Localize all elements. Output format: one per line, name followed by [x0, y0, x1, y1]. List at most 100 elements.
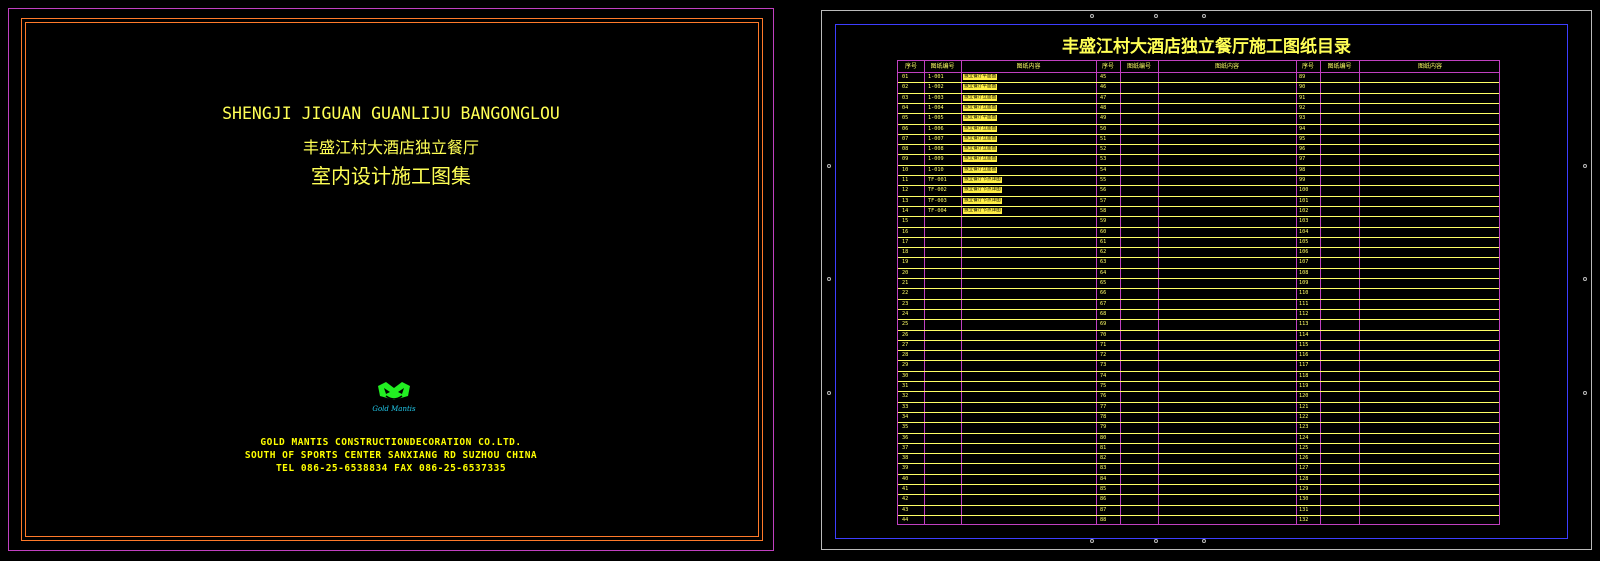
row-number: 127	[1299, 465, 1309, 472]
drawing-code: 1-008	[928, 146, 944, 153]
row-number: 40	[902, 475, 909, 482]
row-number: 125	[1299, 444, 1309, 451]
row-number: 32	[902, 393, 909, 400]
row-number: 66	[1100, 290, 1107, 297]
row-number: 31	[902, 383, 909, 389]
row-number: 69	[1100, 321, 1107, 328]
row-number: 75	[1100, 383, 1107, 389]
row-number: 03	[902, 94, 909, 101]
row-number: 82	[1100, 455, 1107, 462]
marker-right-3	[1583, 391, 1587, 395]
row-separator	[898, 308, 1499, 310]
row-number: 105	[1299, 238, 1309, 245]
row-number: 83	[1100, 465, 1107, 472]
row-number: 118	[1299, 372, 1309, 379]
row-number: 71	[1100, 341, 1107, 348]
row-number: 119	[1299, 383, 1309, 389]
drawing-code: TF-003	[928, 197, 947, 204]
row-number: 09	[902, 156, 909, 163]
row-number: 47	[1100, 94, 1107, 101]
row-separator	[898, 484, 1499, 485]
row-number: 104	[1299, 228, 1309, 235]
row-number: 54	[1100, 166, 1107, 173]
drawing-content: 独立餐厅立面图	[963, 94, 998, 101]
drawing-code: 1-003	[928, 94, 944, 101]
row-number: 78	[1100, 413, 1107, 420]
row-separator	[898, 175, 1499, 176]
marker-top-3	[1202, 14, 1206, 18]
row-separator	[898, 236, 1499, 238]
row-separator	[898, 494, 1499, 496]
row-number: 58	[1100, 207, 1107, 214]
row-number: 33	[902, 403, 909, 410]
row-number: 04	[902, 104, 909, 111]
row-number: 103	[1299, 218, 1309, 225]
row-number: 13	[902, 197, 909, 204]
marker-bottom-1	[1090, 539, 1094, 543]
row-number: 07	[902, 135, 909, 142]
row-number: 74	[1100, 372, 1107, 379]
row-number: 121	[1299, 403, 1309, 410]
row-number: 97	[1299, 156, 1306, 163]
row-number: 67	[1100, 300, 1107, 307]
marker-left-3	[827, 391, 831, 395]
marker-left-1	[827, 164, 831, 168]
drawing-code: 1-010	[928, 166, 944, 173]
row-number: 61	[1100, 238, 1107, 245]
row-number: 17	[902, 238, 909, 245]
row-number: 72	[1100, 352, 1107, 359]
row-separator	[898, 319, 1499, 321]
row-number: 57	[1100, 197, 1107, 204]
drawing-code: 1-006	[928, 125, 944, 132]
row-number: 22	[902, 290, 909, 297]
row-number: 11	[902, 177, 909, 183]
row-number: 114	[1299, 331, 1309, 338]
col-divider	[1158, 61, 1159, 524]
col-divider	[1096, 61, 1097, 524]
row-separator	[898, 370, 1499, 372]
row-separator	[898, 226, 1499, 228]
row-separator	[898, 133, 1499, 135]
row-number: 36	[902, 434, 909, 441]
row-number: 85	[1100, 486, 1107, 492]
company-contact: TEL 086-25-6538834 FAX 086-25-6537335	[275, 463, 507, 474]
row-separator	[898, 473, 1499, 475]
row-number: 18	[902, 249, 909, 256]
row-separator	[898, 257, 1499, 259]
marker-top-2	[1154, 14, 1158, 18]
row-number: 42	[902, 496, 909, 503]
row-number: 99	[1299, 177, 1306, 183]
row-number: 01	[902, 74, 909, 80]
row-separator	[898, 102, 1499, 104]
index-title: 丰盛江村大酒店独立餐厅施工图纸目录	[1062, 37, 1351, 57]
drawing-content: 独立餐厅立面图	[963, 125, 998, 132]
row-number: 115	[1299, 341, 1309, 348]
row-number: 107	[1299, 259, 1309, 266]
drawing-index-table: 序号 图纸编号 图纸内容 序号 图纸编号 图纸内容 序号 图纸编号 图纸内容 0…	[897, 60, 1500, 525]
row-number: 34	[902, 413, 909, 420]
row-number: 65	[1100, 280, 1107, 286]
col-divider	[1359, 61, 1360, 524]
row-separator	[898, 350, 1499, 352]
row-number: 46	[1100, 84, 1107, 91]
header-content-3: 图纸内容	[1417, 63, 1442, 70]
row-number: 21	[902, 280, 909, 286]
row-number: 59	[1100, 218, 1107, 225]
row-number: 56	[1100, 187, 1107, 194]
row-number: 10	[902, 166, 909, 173]
header-no-3: 序号	[1301, 63, 1314, 70]
row-number: 25	[902, 321, 909, 328]
row-number: 16	[902, 228, 909, 235]
row-number: 100	[1299, 187, 1309, 194]
row-separator	[898, 401, 1499, 403]
row-number: 79	[1100, 424, 1107, 431]
drawing-content: 独立餐厅立面图	[963, 104, 998, 111]
drawing-content: 独立餐厅立面图	[963, 135, 998, 142]
row-separator	[898, 463, 1499, 465]
row-number: 19	[902, 259, 909, 266]
marker-right-1	[1583, 164, 1587, 168]
logo-text: Gold Mantis	[372, 405, 416, 413]
row-number: 92	[1299, 104, 1306, 111]
row-number: 50	[1100, 125, 1107, 132]
row-number: 129	[1299, 486, 1309, 492]
